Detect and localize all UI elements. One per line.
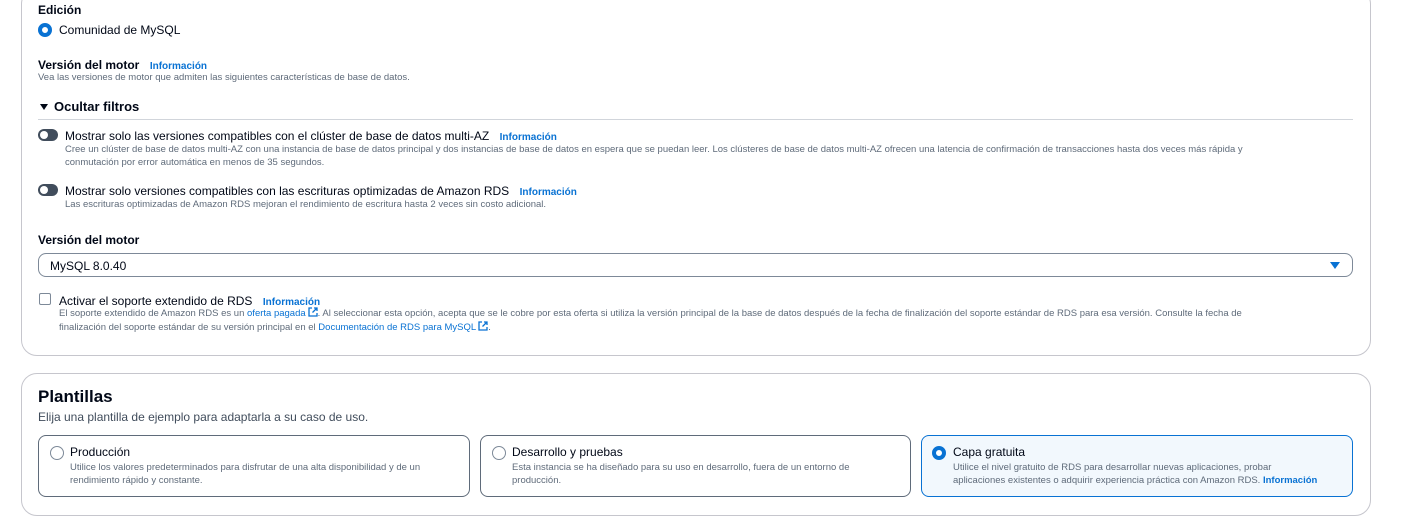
extended-support-desc-middle: . Al seleccionar esta opción, acepta que… (317, 308, 1242, 319)
multi-az-toggle[interactable] (38, 129, 58, 141)
templates-subtitle: Elija una plantilla de ejemplo para adap… (38, 410, 369, 424)
template-title-free-tier: Capa gratuita (953, 445, 1026, 459)
extended-support-description-line1: El soporte extendido de Amazon RDS es un… (59, 307, 1242, 321)
hide-filters-toggle[interactable]: Ocultar filtros (40, 99, 139, 114)
template-desc-free-tier-line2: aplicaciones existentes o adquirir exper… (953, 475, 1261, 486)
template-desc-free-tier-line2-row: aplicaciones existentes o adquirir exper… (953, 474, 1317, 487)
template-desc-free-tier-line1: Utilice el nivel gratuito de RDS para de… (953, 462, 1272, 473)
template-card-production[interactable]: Producción Utilice los valores predeterm… (38, 435, 470, 497)
optimized-writes-toggle[interactable] (38, 184, 58, 196)
template-radio-production[interactable] (50, 446, 64, 460)
multi-az-description-line2: conmutación por error automática en meno… (65, 157, 325, 168)
rds-mysql-docs-link[interactable]: Documentación de RDS para MySQL (318, 322, 476, 333)
template-title-dev-test: Desarrollo y pruebas (512, 445, 623, 459)
filters-divider (38, 119, 1353, 120)
extended-support-desc-prefix: El soporte extendido de Amazon RDS es un (59, 308, 245, 319)
template-card-free-tier[interactable]: Capa gratuita Utilice el nivel gratuito … (921, 435, 1353, 497)
optimized-writes-label: Mostrar solo versiones compatibles con l… (65, 184, 510, 198)
edition-radio-mysql[interactable] (38, 23, 52, 37)
extended-support-desc-suffix: . (488, 322, 491, 333)
template-desc-free-tier: Utilice el nivel gratuito de RDS para de… (953, 461, 1317, 487)
extended-support-label[interactable]: Activar el soporte extendido de RDS (59, 294, 252, 308)
optimized-writes-info-link[interactable]: Información (520, 187, 577, 198)
extended-support-checkbox[interactable] (39, 293, 51, 305)
template-desc-dev-test-line1: Esta instancia se ha diseñado para su us… (512, 462, 850, 473)
optimized-writes-description: Las escrituras optimizadas de Amazon RDS… (65, 199, 547, 210)
extended-support-description-line2: finalización del soporte estándar de su … (59, 321, 491, 335)
external-link-icon[interactable] (308, 307, 318, 317)
edition-option-label[interactable]: Comunidad de MySQL (59, 23, 180, 37)
paid-offer-link[interactable]: oferta pagada (247, 308, 306, 319)
template-desc-dev-test-line2: producción. (512, 475, 562, 486)
template-desc-production: Utilice los valores predeterminados para… (70, 461, 420, 487)
engine-version-select-label: Versión del motor (38, 233, 140, 247)
template-radio-free-tier[interactable] (932, 446, 946, 460)
extended-support-desc-line2-prefix: finalización del soporte estándar de su … (59, 322, 316, 333)
engine-version-selected-value: MySQL 8.0.40 (50, 259, 127, 273)
template-title-production: Producción (70, 445, 131, 459)
edition-label: Edición (38, 3, 82, 17)
template-desc-dev-test: Esta instancia se ha diseñado para su us… (512, 461, 849, 487)
engine-version-header-label: Versión del motor (38, 58, 140, 72)
multi-az-description-line1: Cree un clúster de base de datos multi-A… (65, 144, 1243, 155)
caret-down-icon (1330, 262, 1340, 269)
engine-version-description: Vea las versiones de motor que admiten l… (38, 72, 410, 83)
template-radio-dev-test[interactable] (492, 446, 506, 460)
engine-version-select[interactable]: MySQL 8.0.40 (38, 253, 1353, 277)
multi-az-info-link[interactable]: Información (500, 132, 557, 143)
triangle-down-icon (40, 104, 48, 110)
templates-title: Plantillas (38, 387, 113, 406)
free-tier-info-link[interactable]: Información (1263, 475, 1317, 486)
multi-az-label: Mostrar solo las versiones compatibles c… (65, 129, 490, 143)
template-desc-production-line1: Utilice los valores predeterminados para… (70, 462, 421, 473)
external-link-icon[interactable] (478, 321, 488, 331)
template-card-dev-test[interactable]: Desarrollo y pruebas Esta instancia se h… (480, 435, 911, 497)
template-desc-production-line2: rendimiento rápido y constante. (70, 475, 203, 486)
hide-filters-label: Ocultar filtros (54, 99, 140, 114)
